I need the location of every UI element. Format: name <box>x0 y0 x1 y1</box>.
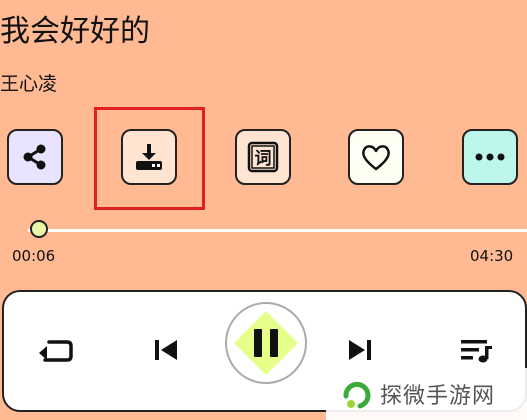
like-button[interactable] <box>348 129 404 185</box>
download-highlight-box <box>94 107 205 210</box>
song-title: 我会好好的 <box>0 14 150 49</box>
heart-icon <box>362 145 390 171</box>
more-icon <box>475 153 505 161</box>
watermark-text: 探微手游网 <box>380 384 496 409</box>
progress-thumb[interactable] <box>29 220 48 238</box>
progress-track[interactable] <box>28 229 527 232</box>
playlist-icon <box>461 340 492 363</box>
lyrics-glyph: 词 <box>255 149 272 169</box>
share-button[interactable] <box>7 129 63 185</box>
next-icon <box>349 340 371 360</box>
playlist-button[interactable] <box>451 330 501 370</box>
play-pause-button[interactable] <box>225 302 307 384</box>
repeat-button[interactable] <box>30 330 80 370</box>
previous-icon <box>155 340 177 360</box>
previous-button[interactable] <box>146 330 186 370</box>
repeat-icon <box>39 340 73 362</box>
lyrics-icon: 词 <box>247 141 279 173</box>
current-time: 00:06 <box>12 247 56 265</box>
more-button[interactable] <box>462 129 518 185</box>
total-time: 04:30 <box>470 247 514 265</box>
pause-icon <box>234 311 298 375</box>
watermark: 探微手游网 <box>326 368 527 420</box>
watermark-logo-icon <box>343 382 371 409</box>
share-icon <box>23 144 46 170</box>
song-artist: 王心凌 <box>0 73 58 95</box>
next-button[interactable] <box>340 330 380 370</box>
lyrics-button[interactable]: 词 <box>235 129 291 185</box>
